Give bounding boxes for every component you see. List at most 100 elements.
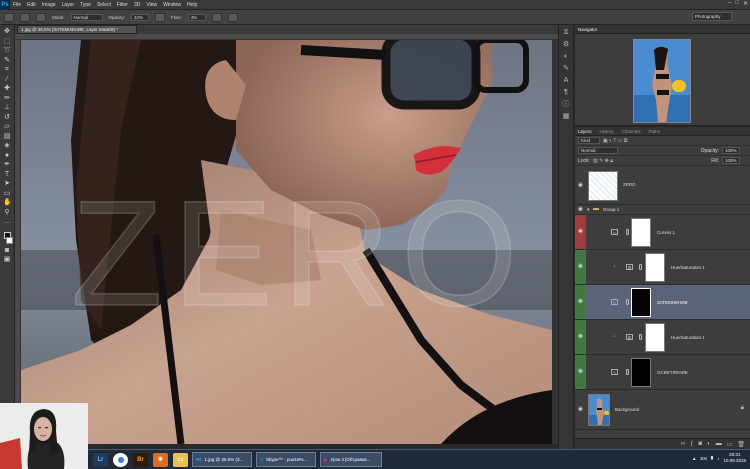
layer-row[interactable]: ◉ ↓ ▥ Hue/Saturation 1 [575,320,750,355]
healing-tool-icon[interactable]: ✚ [3,85,11,92]
taskbar-clock[interactable]: 20:31 10.09.2015 [723,452,746,464]
move-tool-icon[interactable]: ✥ [3,28,11,35]
filter-icons[interactable]: ▣ ◐ T ▭ ⧉ [603,138,627,144]
adjustments-panel-icon[interactable]: ◐ [562,53,571,61]
stamp-tool-icon[interactable]: ⊥ [3,104,11,111]
shape-tool-icon[interactable]: ▭ [3,190,11,197]
eye-icon[interactable]: ◉ [577,206,584,212]
quick-mask-icon[interactable]: ◙ [3,247,11,254]
tab-channels[interactable]: Channels [622,129,641,134]
layer-row[interactable]: ◉ ∿ Curves 1 [575,215,750,250]
tool-preset-icon[interactable] [4,12,14,22]
airbrush-icon[interactable] [211,12,222,22]
close-button[interactable]: ✕ [743,0,748,7]
trash-icon[interactable]: 🗑︎ [737,441,745,448]
chain-link-icon[interactable] [639,264,642,270]
layer-mask-thumbnail[interactable] [631,288,651,317]
tab-navigator[interactable]: Navigator [578,27,597,32]
lasso-tool-icon[interactable]: ➰ [3,47,12,54]
document-tab[interactable]: 1.jpg @ 36,5% (ЗАТЕМНЕНИЕ, Layer Mask/8)… [17,25,137,34]
tab-history[interactable]: History [600,129,614,134]
menu-filter[interactable]: Filter [114,2,131,8]
eye-icon[interactable]: ◉ [577,264,584,270]
maximize-button[interactable]: □ [735,0,739,7]
taskbar-window-lesson[interactable]: ▶ Урок 3 [Обтравка... [320,452,382,467]
settings-taskbar-icon[interactable]: ✹ [153,452,168,467]
chain-link-icon[interactable] [639,334,642,340]
chain-link-icon[interactable] [626,229,629,235]
eye-icon[interactable]: ◉ [577,334,584,340]
brush-tool-icon[interactable]: ✏ [3,95,11,102]
layer-opacity-field[interactable]: 100% [722,147,740,154]
menu-select[interactable]: Select [94,2,114,8]
eye-icon[interactable]: ◉ [577,182,584,188]
brush-panel-icon[interactable]: ✎ [562,65,571,73]
paragraph-panel-icon[interactable]: ¶ [562,89,571,97]
explorer-taskbar-icon[interactable]: ▭ [173,452,188,467]
history-brush-icon[interactable]: ↺ [3,114,11,121]
eye-icon[interactable]: ◉ [577,299,584,305]
pressure-opacity-icon[interactable] [155,12,166,22]
zoom-tool-icon[interactable]: ⚲ [3,209,11,216]
more-tools-icon[interactable]: … [3,218,11,225]
layer-mask-thumbnail[interactable] [631,218,651,247]
tray-chevron-icon[interactable]: ▲ [692,456,696,461]
layer-mask-thumbnail[interactable] [645,253,665,282]
menu-layer[interactable]: Layer [59,2,78,8]
add-mask-icon[interactable]: ◙ [698,441,702,447]
chain-link-icon[interactable] [626,369,629,375]
lightroom-taskbar-icon[interactable]: Lr [93,452,108,467]
taskbar-window-photoshop[interactable]: Ps 1.jpg @ 36,5% (З... [192,452,252,467]
swatches-panel-icon[interactable]: ▦ [562,113,571,121]
layer-mask-thumbnail[interactable] [631,358,651,387]
menu-file[interactable]: File [10,2,24,8]
adjustment-layer-icon[interactable]: ◐ [707,441,711,447]
chrome-taskbar-icon[interactable] [113,452,128,467]
brush-preset-icon[interactable] [20,12,30,22]
fx-icon[interactable]: ƒ [690,441,693,447]
taskbar-window-skype[interactable]: S Skype™ - pua18%... [256,452,316,467]
menu-window[interactable]: Window [160,2,184,8]
layer-mask-thumbnail[interactable] [645,323,665,352]
eye-icon[interactable]: ◉ [577,369,584,375]
dodge-tool-icon[interactable]: ● [3,152,11,159]
quick-select-tool-icon[interactable]: ✎ [3,57,11,64]
tab-layers[interactable]: Layers [578,129,592,134]
gradient-tool-icon[interactable]: ▤ [3,133,11,140]
mode-select[interactable]: Normal [70,13,103,21]
document-canvas[interactable]: ZERO [21,40,552,444]
lock-icons[interactable]: ▨ ✎ ✥ 🔒︎ [593,158,613,164]
pressure-size-icon[interactable] [227,12,238,22]
flow-field[interactable]: 4% [187,13,206,21]
eyedropper-tool-icon[interactable]: ⁄ [3,76,11,83]
layer-kind-filter[interactable]: Kind [578,137,600,144]
menu-3d[interactable]: 3D [131,2,143,8]
opacity-field[interactable]: 22% [131,13,150,21]
screen-mode-icon[interactable]: ▣ [3,256,11,263]
layer-group-row[interactable]: ◉ ▾ ▬ Group 1 [575,205,750,215]
new-group-icon[interactable]: ▬ [716,441,722,447]
history-panel-icon[interactable]: ⧖ [562,29,571,37]
network-icon[interactable]: ▮ [711,455,713,461]
eye-icon[interactable]: ◉ [577,406,584,412]
pen-tool-icon[interactable]: ✒ [3,161,11,168]
link-layers-icon[interactable]: ∞ [681,441,685,447]
layer-row[interactable]: ◉ Background 🔒︎ [575,390,750,430]
menu-edit[interactable]: Edit [24,2,39,8]
bridge-taskbar-icon[interactable]: Br [133,452,148,467]
tab-paths[interactable]: Paths [649,129,661,134]
crop-tool-icon[interactable]: ⌗ [3,66,11,73]
layer-row[interactable]: ◉ ∿ ОСВЕТЛЕНИЕ [575,355,750,390]
menu-view[interactable]: View [143,2,160,8]
chain-link-icon[interactable] [626,299,629,305]
info-panel-icon[interactable]: ⓘ [562,101,571,109]
blur-tool-icon[interactable]: ◈ [3,142,11,149]
marquee-tool-icon[interactable]: ⬚ [3,38,11,45]
eraser-tool-icon[interactable]: ▱ [3,123,11,130]
menu-image[interactable]: Image [39,2,59,8]
eye-icon[interactable]: ◉ [577,229,584,235]
character-panel-icon[interactable]: A [562,77,571,85]
minimize-button[interactable]: – [728,0,731,7]
layer-fill-field[interactable]: 100% [722,157,740,164]
menu-help[interactable]: Help [184,2,200,8]
